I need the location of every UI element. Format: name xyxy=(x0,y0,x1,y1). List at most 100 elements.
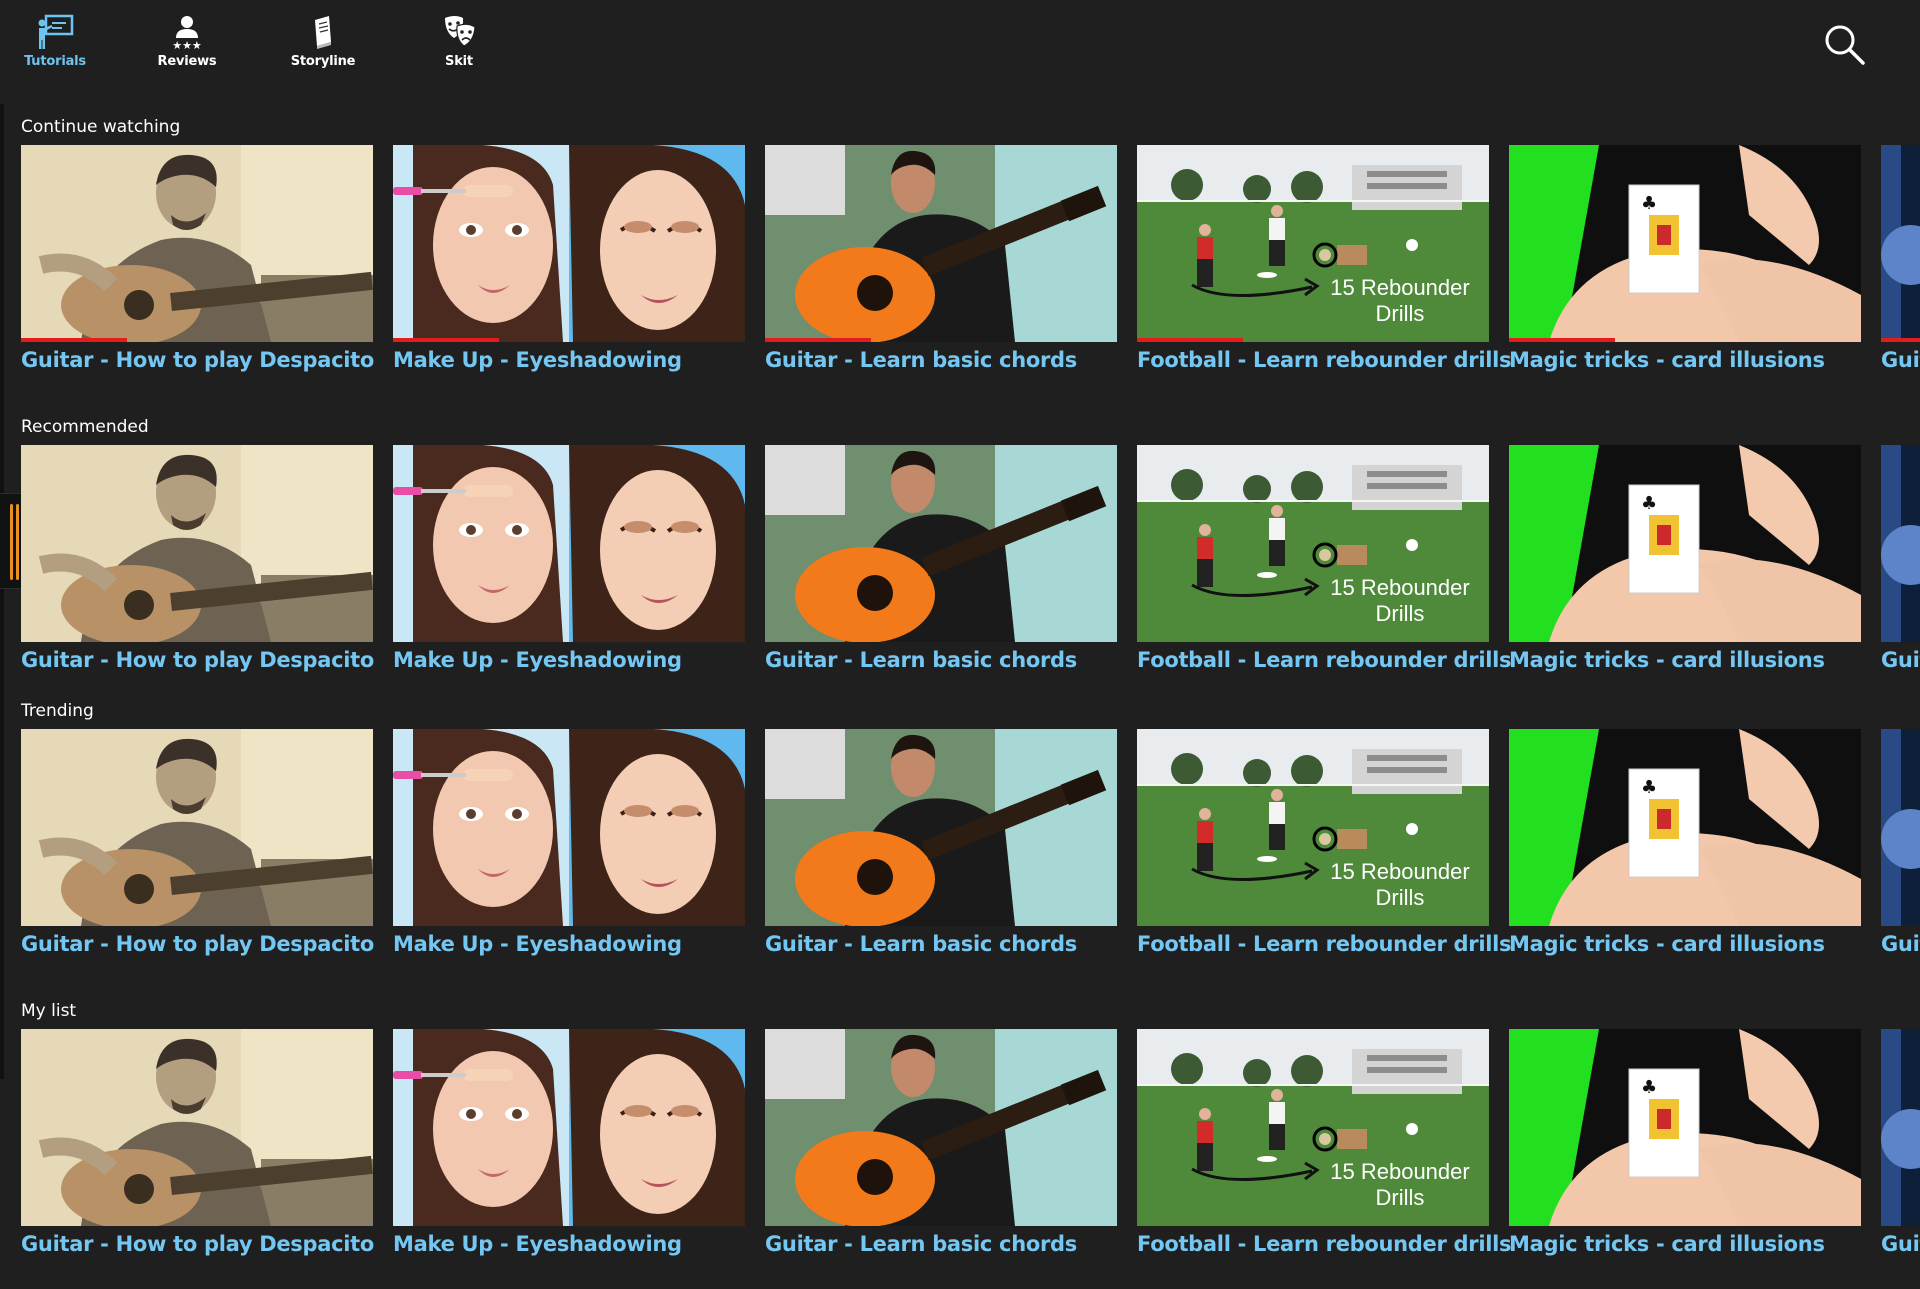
video-thumbnail[interactable] xyxy=(21,445,373,642)
video-card[interactable]: Make Up - Eyeshadowing xyxy=(393,145,745,375)
video-thumbnail[interactable] xyxy=(765,729,1117,926)
thumbnail-overlay-text: Drills xyxy=(1376,885,1425,910)
video-thumbnail[interactable] xyxy=(1881,729,1920,926)
video-title[interactable]: Magic tricks - card illusions xyxy=(1509,348,1920,372)
nav-tab-reviews[interactable]: ★★★ Reviews xyxy=(132,12,242,78)
video-title[interactable]: Football - Learn rebounder drills xyxy=(1137,1232,1557,1256)
video-card[interactable]: 15 Rebounder Drills Football - Learn reb… xyxy=(1137,1029,1512,1259)
video-card[interactable]: 15 Rebounder Drills Football - Learn reb… xyxy=(1137,729,1512,959)
card-suit-glyph: ♣ xyxy=(1641,1077,1657,1098)
video-card[interactable]: ♣ Magic tricks - card illusions xyxy=(1509,1029,1861,1259)
video-title[interactable]: Guit xyxy=(1881,932,1920,956)
nav-tab-skit[interactable]: Skit xyxy=(404,12,514,78)
thumbnail-overlay-text: 15 Rebounder xyxy=(1330,1159,1469,1184)
nav-tab-tutorials[interactable]: Tutorials xyxy=(0,12,110,78)
video-thumbnail[interactable]: 15 Rebounder Drills xyxy=(1137,1029,1489,1226)
video-title[interactable]: Football - Learn rebounder drills xyxy=(1137,932,1557,956)
video-thumbnail[interactable] xyxy=(393,145,745,342)
video-thumbnail[interactable] xyxy=(393,729,745,926)
video-thumbnail[interactable]: ♣ xyxy=(1509,1029,1861,1226)
video-card[interactable]: Guitar - Learn basic chords xyxy=(765,145,1117,375)
video-thumbnail[interactable] xyxy=(1881,445,1920,642)
video-title[interactable]: Guitar - How to play Despacito xyxy=(21,348,441,372)
book-icon xyxy=(299,12,347,52)
video-card[interactable]: Guit xyxy=(1881,445,1920,675)
watch-progress-bar xyxy=(1137,338,1243,342)
video-card[interactable]: Make Up - Eyeshadowing xyxy=(393,729,745,959)
top-navigation: Tutorials ★★★ Reviews Storyline Skit xyxy=(0,0,1920,90)
video-card[interactable]: Make Up - Eyeshadowing xyxy=(393,1029,745,1259)
video-thumbnail[interactable] xyxy=(765,145,1117,342)
nav-tab-storyline[interactable]: Storyline xyxy=(268,12,378,78)
video-thumbnail[interactable] xyxy=(765,445,1117,642)
watch-progress-bar xyxy=(21,338,127,342)
section-title: Continue watching xyxy=(21,117,181,137)
video-title[interactable]: Guit xyxy=(1881,648,1920,672)
video-title[interactable]: Make Up - Eyeshadowing xyxy=(393,1232,813,1256)
thumbnail-overlay-text: 15 Rebounder xyxy=(1330,575,1469,600)
video-title[interactable]: Make Up - Eyeshadowing xyxy=(393,348,813,372)
video-title[interactable]: Football - Learn rebounder drills xyxy=(1137,348,1557,372)
video-title[interactable]: Football - Learn rebounder drills xyxy=(1137,648,1557,672)
video-title[interactable]: Make Up - Eyeshadowing xyxy=(393,932,813,956)
video-card[interactable]: Make Up - Eyeshadowing xyxy=(393,445,745,675)
nav-tab-label: Skit xyxy=(445,54,473,69)
section-title: Trending xyxy=(21,701,94,721)
video-card[interactable]: ♣ Magic tricks - card illusions xyxy=(1509,145,1861,375)
video-title[interactable]: Magic tricks - card illusions xyxy=(1509,648,1920,672)
video-title[interactable]: Guitar - How to play Despacito xyxy=(21,932,441,956)
thumbnail-overlay-text: Drills xyxy=(1376,1185,1425,1210)
video-title[interactable]: Guit xyxy=(1881,348,1920,372)
search-button[interactable] xyxy=(1822,22,1868,68)
nav-tab-label: Reviews xyxy=(157,54,217,69)
nav-tab-label: Storyline xyxy=(290,54,356,69)
watch-progress-bar xyxy=(765,338,871,342)
video-card[interactable]: 15 Rebounder Drills Football - Learn reb… xyxy=(1137,445,1512,675)
video-title[interactable]: Make Up - Eyeshadowing xyxy=(393,648,813,672)
thumbnail-overlay-text: 15 Rebounder xyxy=(1330,859,1469,884)
video-card[interactable]: Guitar - Learn basic chords xyxy=(765,1029,1117,1259)
video-thumbnail[interactable] xyxy=(1881,145,1920,342)
video-thumbnail[interactable] xyxy=(21,1029,373,1226)
user-stars-icon: ★★★ xyxy=(163,12,211,52)
card-row: Guitar - How to play Despacito Make Up -… xyxy=(21,445,1920,675)
video-thumbnail[interactable]: ♣ xyxy=(1509,729,1861,926)
nav-tab-label: Tutorials xyxy=(24,54,86,69)
video-title[interactable]: Guitar - Learn basic chords xyxy=(765,1232,1185,1256)
video-title[interactable]: Guitar - Learn basic chords xyxy=(765,648,1185,672)
video-card[interactable]: Guitar - Learn basic chords xyxy=(765,729,1117,959)
video-card[interactable]: Guit xyxy=(1881,729,1920,959)
video-card[interactable]: ♣ Magic tricks - card illusions xyxy=(1509,729,1861,959)
video-title[interactable]: Guitar - Learn basic chords xyxy=(765,932,1185,956)
video-title[interactable]: Guitar - How to play Despacito xyxy=(21,648,441,672)
video-thumbnail[interactable]: ♣ xyxy=(1509,145,1861,342)
card-suit-glyph: ♣ xyxy=(1641,193,1657,214)
video-thumbnail[interactable]: 15 Rebounder Drills xyxy=(1137,729,1489,926)
video-thumbnail[interactable] xyxy=(1881,1029,1920,1226)
video-card[interactable]: Guitar - Learn basic chords xyxy=(765,445,1117,675)
video-thumbnail[interactable] xyxy=(393,445,745,642)
video-title[interactable]: Guitar - Learn basic chords xyxy=(765,348,1185,372)
video-card[interactable]: 15 Rebounder Drills Football - Learn reb… xyxy=(1137,145,1512,375)
video-card[interactable]: Guitar - How to play Despacito xyxy=(21,445,374,675)
video-card[interactable]: Guitar - How to play Despacito xyxy=(21,145,374,375)
video-card[interactable]: Guitar - How to play Despacito xyxy=(21,729,374,959)
video-title[interactable]: Magic tricks - card illusions xyxy=(1509,1232,1920,1256)
video-title[interactable]: Magic tricks - card illusions xyxy=(1509,932,1920,956)
video-thumbnail[interactable] xyxy=(765,1029,1117,1226)
watch-progress-bar xyxy=(1881,338,1920,342)
video-thumbnail[interactable]: 15 Rebounder Drills xyxy=(1137,145,1489,342)
video-title[interactable]: Guitar - How to play Despacito xyxy=(21,1232,441,1256)
video-thumbnail[interactable] xyxy=(393,1029,745,1226)
card-row: Guitar - How to play Despacito Make Up -… xyxy=(21,729,1920,959)
video-card[interactable]: ♣ Magic tricks - card illusions xyxy=(1509,445,1861,675)
card-row: Guitar - How to play Despacito Make Up -… xyxy=(21,1029,1920,1259)
video-card[interactable]: Guit xyxy=(1881,145,1920,375)
video-title[interactable]: Guit xyxy=(1881,1232,1920,1256)
video-thumbnail[interactable] xyxy=(21,729,373,926)
video-thumbnail[interactable] xyxy=(21,145,373,342)
video-thumbnail[interactable]: ♣ xyxy=(1509,445,1861,642)
video-card[interactable]: Guitar - How to play Despacito xyxy=(21,1029,374,1259)
video-card[interactable]: Guit xyxy=(1881,1029,1920,1259)
video-thumbnail[interactable]: 15 Rebounder Drills xyxy=(1137,445,1489,642)
